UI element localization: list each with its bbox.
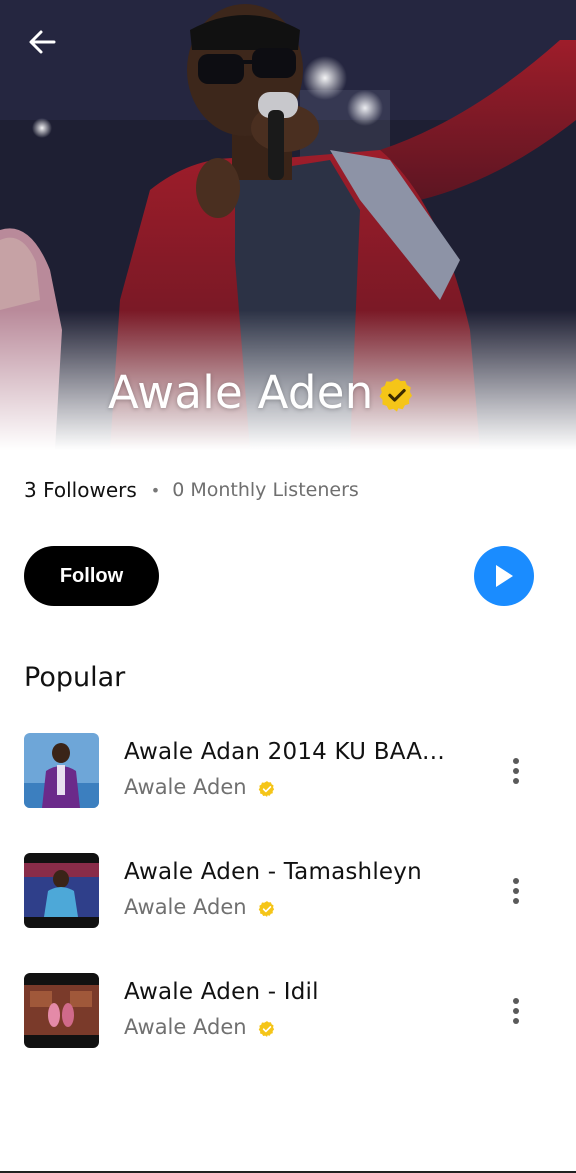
back-button[interactable] (22, 24, 62, 60)
track-thumbnail (24, 853, 99, 928)
track-title: Awale Aden - Tamashleyn (124, 859, 422, 885)
artist-hero: Awale Aden (0, 0, 576, 450)
more-options-button[interactable] (500, 993, 532, 1029)
track-artist: Awale Aden (124, 775, 247, 799)
play-icon (496, 565, 513, 587)
track-title: Awale Adan 2014 KU BAAQAY... (124, 739, 454, 765)
more-options-button[interactable] (500, 753, 532, 789)
track-item[interactable]: Awale Aden - Idil Awale Aden (0, 973, 576, 1049)
arrow-left-icon (29, 30, 56, 54)
track-thumbnail (24, 973, 99, 1048)
verified-badge-icon (258, 901, 275, 917)
track-artist: Awale Aden (124, 895, 247, 919)
verified-badge-icon (258, 1021, 275, 1037)
track-item[interactable]: Awale Adan 2014 KU BAAQAY... Awale Aden (0, 733, 576, 809)
followers-count: 3 Followers (24, 478, 137, 502)
track-title: Awale Aden - Idil (124, 979, 319, 1005)
verified-badge-icon (258, 781, 275, 797)
more-vertical-icon (513, 758, 519, 764)
popular-section-title: Popular (24, 662, 126, 693)
track-thumbnail (24, 733, 99, 808)
verified-badge-icon (379, 378, 413, 412)
track-item[interactable]: Awale Aden - Tamashleyn Awale Aden (0, 853, 576, 929)
artist-name: Awale Aden (108, 366, 374, 419)
track-artist: Awale Aden (124, 1015, 247, 1039)
more-options-button[interactable] (500, 873, 532, 909)
more-vertical-icon (513, 878, 519, 884)
follow-button[interactable]: Follow (24, 546, 159, 606)
stats-separator: • (150, 480, 161, 500)
monthly-listeners: 0 Monthly Listeners (172, 479, 359, 501)
more-vertical-icon (513, 998, 519, 1004)
play-button[interactable] (474, 546, 534, 606)
artist-stats: 3 Followers • 0 Monthly Listeners (24, 478, 359, 502)
